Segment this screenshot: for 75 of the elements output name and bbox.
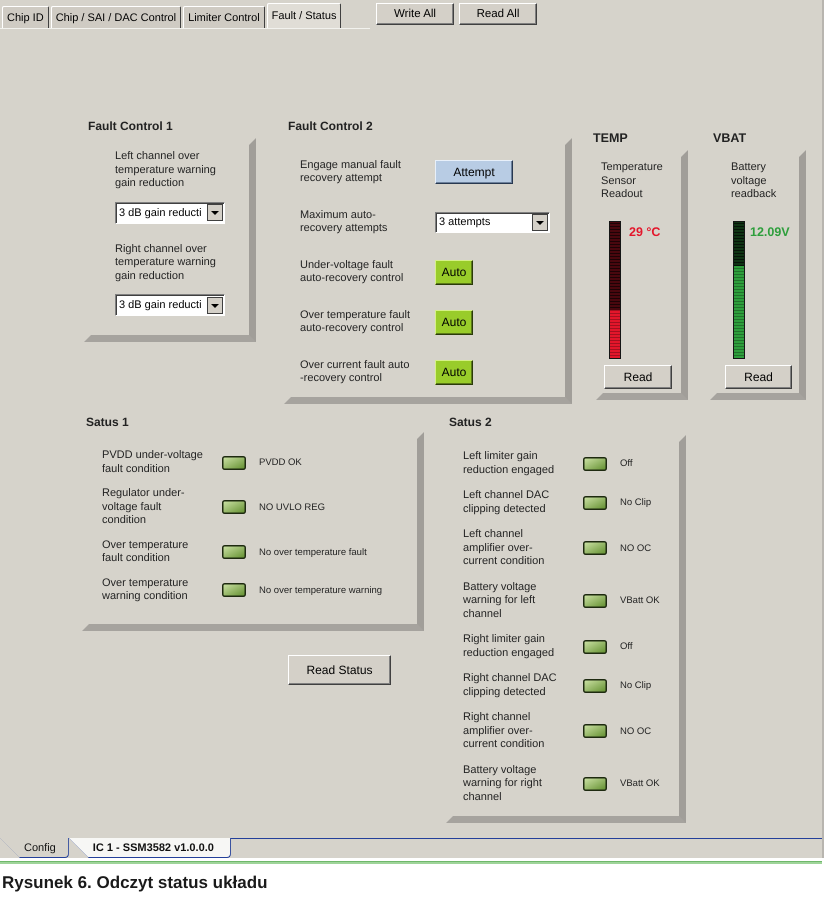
status-led-icon — [583, 594, 607, 608]
section-title: Satus 1 — [85, 415, 130, 429]
status-label: Battery voltage warning for left channel — [463, 580, 538, 621]
section-title: VBAT — [712, 131, 748, 145]
status-led-icon — [583, 541, 607, 556]
status-led-icon — [583, 496, 607, 510]
toggle-button[interactable]: Auto — [435, 260, 473, 284]
status-value: PVDD OK — [259, 457, 303, 468]
caret-icon — [532, 214, 548, 230]
toolbar-button[interactable]: Read All — [459, 3, 537, 25]
toggle-button[interactable]: Auto — [435, 360, 473, 384]
section-title: Fault Control 1 — [87, 119, 174, 133]
status-led-icon — [222, 545, 246, 559]
status-led-icon — [222, 500, 246, 514]
dropdown-select[interactable]: 3 dB gain reducti — [115, 294, 225, 316]
status-label: Right limiter gain reduction engaged — [463, 633, 556, 660]
section-title: Fault Control 2 — [287, 119, 374, 133]
meter-reading: 29 °C — [629, 224, 660, 238]
status-value: Off — [620, 458, 634, 469]
setting-label: Over current fault auto -recovery control — [300, 358, 410, 386]
toggle-button[interactable]: Auto — [435, 310, 473, 334]
setting-label: Maximum auto- recovery attempts — [300, 208, 388, 236]
status-label: PVDD under-voltage fault condition — [102, 449, 204, 476]
status-value: NO UVLO REG — [259, 502, 326, 513]
tab[interactable]: Limiter Control — [183, 6, 265, 28]
setting-label: Engage manual fault recovery attempt — [300, 158, 402, 186]
status-led-icon — [583, 724, 607, 738]
status-value: No over temperature fault — [259, 546, 368, 558]
status-led-icon — [583, 456, 607, 470]
section-title: Satus 2 — [448, 415, 493, 429]
status-value: VBatt OK — [620, 595, 661, 606]
status-label: Over temperature fault condition — [102, 538, 190, 566]
status-label: Battery voltage warning for right channel — [463, 764, 543, 804]
read-status-button[interactable]: Read Status — [288, 655, 391, 685]
caret-icon — [207, 204, 223, 221]
tab[interactable]: IC 1 - SSM3582 v1.0.0.0 — [68, 838, 231, 858]
dropdown-select[interactable]: 3 attempts — [435, 212, 550, 232]
status-value: NO OC — [620, 726, 652, 737]
status-value: No Clip — [620, 497, 652, 508]
status-value: No over temperature warning — [259, 584, 384, 596]
status-label: Over temperature warning condition — [102, 576, 190, 604]
action-button[interactable]: Attempt — [435, 160, 513, 184]
section-title: TEMP — [593, 131, 629, 145]
meter-label: Temperature Sensor Readout — [601, 161, 664, 202]
tab[interactable]: Config — [0, 838, 69, 858]
status-led-icon — [222, 456, 246, 470]
meter-label: Battery voltage readback — [731, 161, 778, 202]
status-label: Right channel DAC clipping detected — [463, 672, 558, 699]
meter-reading: 12.09V — [750, 224, 790, 238]
dropdown-select[interactable]: 3 dB gain reducti — [115, 202, 225, 224]
status-led-icon — [583, 640, 607, 654]
tab[interactable]: Fault / Status — [266, 3, 342, 28]
status-value: VBatt OK — [620, 778, 661, 790]
status-label: Left channel amplifier over- current condition — [463, 528, 546, 568]
status-led-icon — [222, 583, 246, 597]
setting-label: Left channel over temperature warning gain reduction — [115, 150, 217, 190]
status-led-icon — [583, 678, 607, 692]
caret-icon — [207, 296, 223, 314]
status-label: Regulator under- voltage fault condition — [102, 487, 186, 528]
status-label: Right channel amplifier over- current condition — [463, 711, 546, 752]
tab[interactable]: Chip ID — [2, 6, 49, 28]
status-value: Off — [620, 641, 634, 652]
status-led-icon — [583, 776, 607, 791]
toolbar-button[interactable]: Write All — [376, 3, 454, 25]
status-value: No Clip — [620, 680, 652, 691]
read-button[interactable]: Read — [725, 364, 792, 388]
setting-label: Under-voltage fault auto-recovery control — [300, 258, 404, 286]
setting-label: Right channel over temperature warning gain reduction — [115, 242, 217, 283]
status-label: Left channel DAC clipping detected — [463, 489, 550, 516]
figure-caption: Rysunek 6. Odczyt status układu — [2, 872, 268, 894]
status-value: NO OC — [620, 542, 652, 554]
tab[interactable]: Chip / SAI / DAC Control — [50, 6, 182, 28]
read-button[interactable]: Read — [604, 364, 672, 388]
setting-label: Over temperature fault auto-recovery control — [300, 308, 412, 336]
status-label: Left limiter gain reduction engaged — [463, 450, 556, 477]
